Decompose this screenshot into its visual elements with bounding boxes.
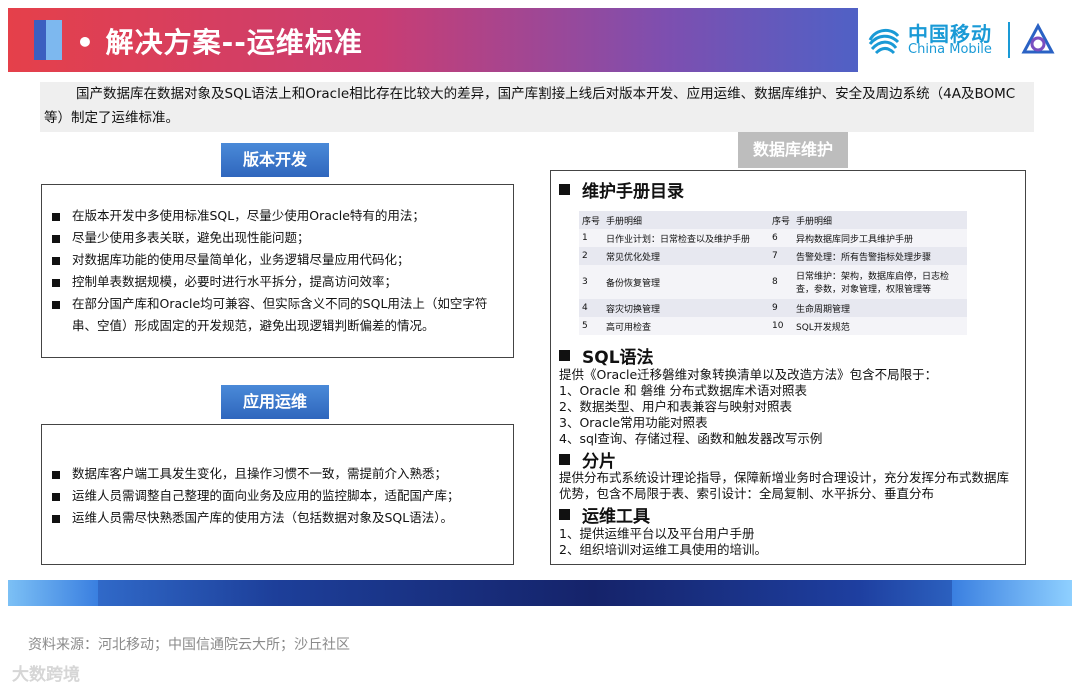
table-cell: 6 [769,229,793,247]
table-cell: 日常维护：架构，数据库启停，日志检查，参数，对象管理，权限管理等 [793,265,967,299]
table-header-cell: 序号 [579,211,603,229]
source-note: 资料来源：河北移动；中国信通院云大所；沙丘社区 [28,637,350,653]
table-row: 5 高可用检查 10 SQL开发规范 [579,317,967,335]
table-cell: 高可用检查 [603,317,769,335]
tools-heading: 运维工具 [559,502,650,527]
shard-heading: 分片 [559,447,616,472]
text-line: 3、Oracle常用功能对照表 [559,415,708,430]
table-row: 3 备份恢复管理 8 日常维护：架构，数据库启停，日志检查，参数，对象管理，权限… [579,265,967,299]
sql-heading-text: SQL语法 [582,348,654,368]
table-cell: 5 [579,317,603,335]
bottom-decor-bar [8,580,1072,606]
watermark: 大数跨境 [12,665,80,685]
table-cell: 异构数据库同步工具维护手册 [793,229,967,247]
section-title-dbm: 数据库维护 [738,132,848,168]
section-title-ops: 应用运维 [221,385,329,419]
sql-heading: SQL语法 [559,343,654,368]
logo-name-en: China Mobile [908,42,992,57]
table-cell: 3 [579,265,603,299]
dbm-box: 维护手册目录 序号 手册明细 序号 手册明细 1 日作业计划：日常检查以及维护手… [550,170,1026,565]
table-cell: 告警处理：所有告警指标处理步骤 [793,247,967,265]
header-band: • 解决方案--运维标准 中国移动 China Mobile [8,8,1072,72]
sql-lines: 提供《Oracle迁移磐维对象转换清单以及改造方法》包含不局限于： 1、Orac… [559,367,937,447]
bullet-square-icon [559,454,570,465]
china-mobile-logo-icon [868,29,900,55]
list-item: 运维人员需调整自己整理的面向业务及应用的监控脚本，适配国产库； [42,485,499,507]
list-item: 在版本开发中多使用标准SQL，尽量少使用Oracle特有的用法； [42,205,499,227]
table-row: 2 常见优化处理 7 告警处理：所有告警指标处理步骤 [579,247,967,265]
text-line: 1、提供运维平台以及平台用户手册 [559,526,755,541]
table-header-cell: 序号 [769,211,793,229]
bottom-decor-right [952,580,1072,606]
manual-table: 序号 手册明细 序号 手册明细 1 日作业计划：日常检查以及维护手册 6 异构数… [579,211,967,335]
bullet-square-icon [559,184,570,195]
list-item: 运维人员需尽快熟悉国产库的使用方法（包括数据对象及SQL语法）。 [42,507,499,529]
table-cell: 2 [579,247,603,265]
table-cell: 备份恢复管理 [603,265,769,299]
header-accent-block-light [46,20,62,60]
table-cell: 常见优化处理 [603,247,769,265]
text-line: 2、数据类型、用户和表兼容与映射对照表 [559,399,792,414]
tools-lines: 1、提供运维平台以及平台用户手册 2、组织培训对运维工具使用的培训。 [559,526,767,558]
table-cell: 10 [769,317,793,335]
text-line: 1、Oracle 和 磐维 分布式数据库术语对照表 [559,383,808,398]
table-cell: 7 [769,247,793,265]
ops-box: 数据库客户端工具发生变化，且操作习惯不一致，需提前介入熟悉； 运维人员需调整自己… [41,424,514,565]
text-line: 2、组织培训对运维工具使用的培训。 [559,542,767,557]
table-cell: SQL开发规范 [793,317,967,335]
list-item: 在部分国产库和Oracle均可兼容、但实际含义不同的SQL用法上（如空字符串、空… [42,293,499,337]
bullet-square-icon [559,509,570,520]
5g-logo-icon [1021,22,1055,54]
header-accent-block [34,20,46,60]
dev-list: 在版本开发中多使用标准SQL，尽量少使用Oracle特有的用法； 尽量少使用多表… [42,205,513,337]
table-header-cell: 手册明细 [603,211,769,229]
manual-heading: 维护手册目录 [559,177,684,202]
table-cell: 1 [579,229,603,247]
shard-heading-text: 分片 [582,452,616,472]
tools-heading-text: 运维工具 [582,507,650,527]
shard-text: 提供分布式系统设计理论指导，保障新增业务时合理设计，充分发挥分布式数据库优势，包… [559,470,1010,501]
slide: • 解决方案--运维标准 中国移动 China Mobile 国产数据库在数据对… [0,0,1080,612]
page-title: • 解决方案--运维标准 [76,26,363,59]
ops-list: 数据库客户端工具发生变化，且操作习惯不一致，需提前介入熟悉； 运维人员需调整自己… [42,463,513,529]
table-row: 4 容灾切换管理 9 生命周期管理 [579,299,967,317]
table-cell: 4 [579,299,603,317]
table-header-row: 序号 手册明细 序号 手册明细 [579,211,967,229]
logo-area: 中国移动 China Mobile [858,8,1072,72]
dev-box: 在版本开发中多使用标准SQL，尽量少使用Oracle特有的用法； 尽量少使用多表… [41,184,514,358]
text-line: 提供《Oracle迁移磐维对象转换清单以及改造方法》包含不局限于： [559,367,938,382]
intro-paragraph: 国产数据库在数据对象及SQL语法上和Oracle相比存在比较大的差异，国产库割接… [40,82,1034,132]
table-cell: 8 [769,265,793,299]
bottom-decor-left [8,580,98,606]
text-line: 4、sql查询、存储过程、函数和触发器改写示例 [559,431,823,446]
table-cell: 生命周期管理 [793,299,967,317]
table-cell: 容灾切换管理 [603,299,769,317]
table-row: 1 日作业计划：日常检查以及维护手册 6 异构数据库同步工具维护手册 [579,229,967,247]
list-item: 尽量少使用多表关联，避免出现性能问题； [42,227,499,249]
manual-heading-text: 维护手册目录 [582,182,684,202]
bullet-square-icon [559,350,570,361]
table-header-cell: 手册明细 [793,211,967,229]
list-item: 对数据库功能的使用尽量简单化，业务逻辑尽量应用代码化； [42,249,499,271]
list-item: 控制单表数据规模，必要时进行水平拆分，提高访问效率； [42,271,499,293]
logo-divider [1008,22,1010,58]
list-item: 数据库客户端工具发生变化，且操作习惯不一致，需提前介入熟悉； [42,463,499,485]
section-title-dev: 版本开发 [221,143,329,177]
table-cell: 日作业计划：日常检查以及维护手册 [603,229,769,247]
table-cell: 9 [769,299,793,317]
